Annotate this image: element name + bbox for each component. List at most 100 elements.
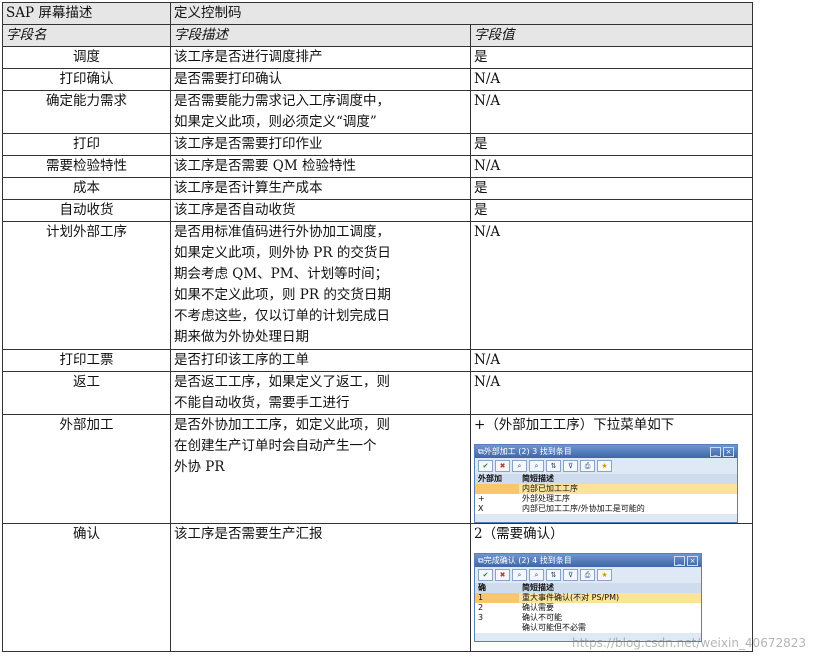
field-name: 打印工票 bbox=[2, 349, 171, 372]
col-field-desc: 字段描述 bbox=[170, 24, 471, 47]
screen-label: SAP 屏幕描述 bbox=[2, 2, 171, 25]
popup-list-item[interactable]: X 内部已加工工序/外协加工是可能的 bbox=[475, 504, 737, 514]
popup-list-item[interactable]: 3 确认不可能 bbox=[475, 613, 701, 623]
checkmark-icon[interactable]: ✔ bbox=[478, 569, 493, 581]
field-name: 计划外部工序 bbox=[2, 221, 171, 350]
field-value-cell: N/A bbox=[470, 221, 753, 350]
popup-item-key bbox=[475, 623, 519, 633]
filter-icon[interactable]: ⊽ bbox=[563, 460, 578, 472]
popup-title-bar: ⧉ 外部加工 (2) 3 找到条目 _ × bbox=[475, 445, 737, 458]
field-name: 返工 bbox=[2, 371, 171, 415]
field-name: 自动收货 bbox=[2, 199, 171, 222]
popup-list-header: 外部加 简短描述 bbox=[475, 474, 737, 484]
sort-icon[interactable]: ⇅ bbox=[546, 460, 561, 472]
popup-list-item[interactable]: 内部已加工工序 bbox=[475, 484, 737, 494]
field-description: 该工序是否需要生产汇报 bbox=[170, 523, 471, 652]
field-value: +（外部加工工序）下拉菜单如下 bbox=[474, 417, 675, 433]
filter-icon[interactable]: ⊽ bbox=[563, 569, 578, 581]
popup-toolbar: ✔ ✖ ⌕ ⌕ ⇅ ⊽ ⎙ ★ bbox=[475, 458, 737, 474]
popup-list-item[interactable]: 1 重大事件确认(不对 PS/PM) bbox=[475, 593, 701, 603]
table-row: 确定能力需求 是否需要能力需求记入工序调度中， 如果定义此项，则必须定义“调度” N… bbox=[2, 90, 753, 134]
field-value: 是 bbox=[474, 49, 488, 65]
field-value-cell: 是 bbox=[470, 177, 753, 200]
popup-column-header: 外部加 bbox=[475, 474, 519, 484]
popup-item-text: 外部处理工序 bbox=[522, 494, 570, 503]
checkmark-icon[interactable]: ✔ bbox=[478, 460, 493, 472]
field-description: 是否返工工序，如果定义了返工，则 不能自动收货，需要手工进行 bbox=[170, 371, 471, 415]
favorite-icon[interactable]: ★ bbox=[597, 460, 612, 472]
popup-list-header: 确简短描述 bbox=[475, 583, 701, 593]
field-value: 2（需要确认） bbox=[474, 526, 564, 542]
table-row: 自动收货 该工序是否自动收货是 bbox=[2, 199, 753, 222]
field-description: 是否打印该工序的工单 bbox=[170, 349, 471, 372]
popup-list-item[interactable]: + 外部处理工序 bbox=[475, 494, 737, 504]
field-value-cell: 是 bbox=[470, 133, 753, 156]
popup-item-text: 确认不可能 bbox=[522, 613, 562, 622]
popup-item-key: 2 bbox=[478, 603, 484, 612]
field-description: 该工序是否需要 QM 检验特性 bbox=[170, 155, 471, 178]
popup-item-key: 1 bbox=[475, 593, 519, 603]
minimize-icon[interactable]: _ bbox=[710, 446, 721, 457]
sort-icon[interactable]: ⇅ bbox=[546, 569, 561, 581]
field-value: N/A bbox=[474, 374, 501, 390]
field-value-cell: 是 bbox=[470, 199, 753, 222]
field-description: 是否需要打印确认 bbox=[170, 68, 471, 91]
minimize-icon[interactable]: _ bbox=[674, 555, 685, 566]
popup-title: 外部加工 (2) 3 找到条目 bbox=[483, 446, 572, 456]
popup-item-text: 确认需要 bbox=[522, 603, 554, 612]
close-icon[interactable]: × bbox=[723, 446, 734, 457]
field-value: 是 bbox=[474, 136, 488, 152]
popup-list-item[interactable]: 2 确认需要 bbox=[475, 603, 701, 613]
field-name: 确定能力需求 bbox=[2, 90, 171, 134]
popup-list-item[interactable]: 确认可能但不必需 bbox=[475, 623, 701, 633]
popup-toolbar: ✔ ✖ ⌕ ⌕ ⇅ ⊽ ⎙ ★ bbox=[475, 567, 701, 583]
field-description: 该工序是否进行调度排产 bbox=[170, 46, 471, 69]
col-field-name: 字段名 bbox=[2, 24, 171, 47]
find-next-icon[interactable]: ⌕ bbox=[529, 569, 544, 581]
field-name: 需要检验特性 bbox=[2, 155, 171, 178]
field-name: 确认 bbox=[2, 523, 171, 652]
field-name: 外部加工 bbox=[2, 414, 171, 524]
close-icon[interactable]: × bbox=[687, 555, 698, 566]
field-value-cell: N/A bbox=[470, 155, 753, 178]
cancel-icon[interactable]: ✖ bbox=[495, 460, 510, 472]
field-value-cell: N/A bbox=[470, 349, 753, 372]
field-name: 成本 bbox=[2, 177, 171, 200]
table-row: 打印工票 是否打印该工序的工单 N/A bbox=[2, 349, 753, 372]
find-next-icon[interactable]: ⌕ bbox=[529, 460, 544, 472]
field-description: 该工序是否计算生产成本 bbox=[170, 177, 471, 200]
popup-column-header: 简短描述 bbox=[519, 474, 737, 484]
external-processing-popup: ⧉ 外部加工 (2) 3 找到条目 _ × ✔ ✖ ⌕ ⌕ ⇅ ⊽ ⎙ ★ 外部加 简短描述 内部已加工工… bbox=[474, 444, 738, 523]
find-icon[interactable]: ⌕ bbox=[512, 569, 527, 581]
field-value-cell: +（外部加工工序）下拉菜单如下 ⧉ 外部加工 (2) 3 找到条目 _ × ✔ ✖ ⌕ ⌕ ⇅ ⊽… bbox=[470, 414, 753, 524]
confirmation-popup: ⧉ 完成确认 (2) 4 找到条目 _ × ✔ ✖ ⌕ ⌕ ⇅ ⊽ ⎙ ★ 确简短描述 1 重大事件确认(… bbox=[474, 553, 702, 642]
table-row: 外部加工 是否外协加工工序，如定义此项，则 在创建生产订单时会自动产生一个 外协 … bbox=[2, 414, 753, 524]
popup-item-text: 确认可能但不必需 bbox=[522, 623, 586, 632]
popup-column-header: 简短描述 bbox=[519, 583, 701, 593]
popup-column-header: 确 bbox=[475, 583, 519, 593]
field-value: N/A bbox=[474, 71, 501, 87]
popup-list: 外部加 简短描述 内部已加工工序 + 外部处理工序 X 内部已加工工序/外协加工是可能的 bbox=[475, 474, 737, 514]
field-value-cell: 是 bbox=[470, 46, 753, 69]
field-name: 调度 bbox=[2, 46, 171, 69]
print-icon[interactable]: ⎙ bbox=[580, 460, 595, 472]
print-icon[interactable]: ⎙ bbox=[580, 569, 595, 581]
table-row: 打印 该工序是否需要打印作业是 bbox=[2, 133, 753, 156]
field-value: N/A bbox=[474, 93, 501, 109]
table-row: 计划外部工序 是否用标准值码进行外协加工调度， 如果定义此项，则外协 PR 的交货… bbox=[2, 221, 753, 350]
popup-item-key: 3 bbox=[478, 613, 484, 622]
field-value: N/A bbox=[474, 352, 501, 368]
field-name: 打印确认 bbox=[2, 68, 171, 91]
popup-title: 完成确认 (2) 4 找到条目 bbox=[483, 555, 572, 565]
field-value-cell: 2（需要确认） ⧉ 完成确认 (2) 4 找到条目 _ × ✔ ✖ ⌕ ⌕ ⇅ ⊽ ⎙ ★ 确简短描述 1… bbox=[470, 523, 753, 652]
field-description: 是否需要能力需求记入工序调度中， 如果定义此项，则必须定义“调度” bbox=[170, 90, 471, 134]
column-header-row: 字段名 字段描述 字段值 bbox=[2, 24, 753, 47]
favorite-icon[interactable]: ★ bbox=[597, 569, 612, 581]
table-row: 需要检验特性 该工序是否需要 QM 检验特性 N/A bbox=[2, 155, 753, 178]
cancel-icon[interactable]: ✖ bbox=[495, 569, 510, 581]
watermark: https://blog.csdn.net/weixin_40672823 bbox=[571, 636, 806, 650]
table-row: 确认 该工序是否需要生产汇报 2（需要确认） ⧉ 完成确认 (2) 4 找到条目 _ × ✔… bbox=[2, 523, 753, 652]
find-icon[interactable]: ⌕ bbox=[512, 460, 527, 472]
field-value: N/A bbox=[474, 224, 501, 240]
popup-item-key: + bbox=[478, 494, 485, 503]
